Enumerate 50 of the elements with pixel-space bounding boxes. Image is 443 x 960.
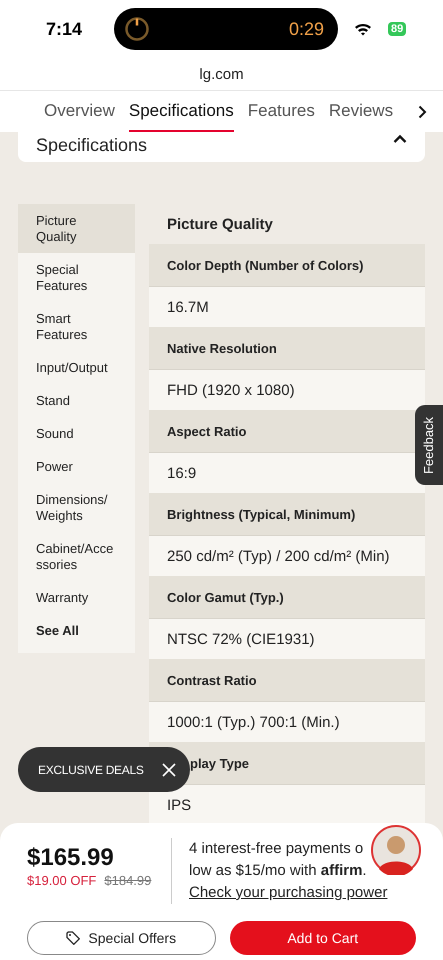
sidebar-item[interactable]: Power	[18, 450, 135, 483]
spec-value: 250 cd/m² (Typ) / 200 cd/m² (Min)	[149, 536, 425, 576]
price: $165.99	[27, 844, 115, 872]
timer-text: 0:29	[288, 18, 324, 40]
financing-text: 4 interest-free payments o	[189, 839, 364, 859]
original-price: $184.99	[104, 873, 152, 888]
spec-value: NTSC 72% (CIE1931)	[149, 619, 425, 659]
agent-avatar[interactable]	[371, 825, 421, 875]
chevron-right-icon[interactable]	[418, 104, 427, 118]
chevron-up-icon[interactable]	[393, 134, 407, 144]
special-offers-button[interactable]: Special Offers	[27, 921, 216, 955]
spec-value: 16.7M	[149, 287, 425, 327]
spec-value: 16:9	[149, 453, 425, 493]
wifi-icon	[354, 22, 372, 36]
spec-value: 1000:1 (Typ.) 700:1 (Min.)	[149, 702, 425, 742]
tag-icon	[66, 931, 80, 945]
sidebar-item[interactable]: Smart Features	[18, 302, 135, 351]
sidebar-item[interactable]: Picture Quality	[18, 204, 135, 253]
clock-time: 7:14	[46, 18, 84, 40]
add-to-cart-button[interactable]: Add to Cart	[230, 921, 416, 955]
feedback-tab[interactable]: Feedback	[415, 405, 443, 485]
sidebar-item[interactable]: Dimensions/ Weights	[18, 483, 135, 532]
spec-value: IPS	[149, 785, 425, 825]
spec-label: Color Gamut (Typ.)	[149, 576, 425, 619]
discount-text: $19.00 OFF	[27, 873, 96, 888]
see-all-link[interactable]: See All	[18, 614, 135, 647]
close-icon[interactable]	[162, 762, 176, 776]
sidebar-item[interactable]: Sound	[18, 417, 135, 450]
financing-text: low as $15/mo with affirm.	[189, 861, 368, 881]
purchasing-power-link[interactable]: Check your purchasing power	[189, 882, 388, 904]
spec-value: FHD (1920 x 1080)	[149, 370, 425, 410]
nav-tab[interactable]: Overview	[44, 91, 115, 132]
battery-level: 89	[388, 22, 406, 36]
spec-label: Color Depth (Number of Colors)	[149, 244, 425, 287]
sidebar-item[interactable]: Cabinet/Accessories	[18, 532, 135, 581]
sidebar-item[interactable]: Warranty	[18, 581, 135, 614]
timer-icon	[124, 16, 150, 42]
spec-label: Brightness (Typical, Minimum)	[149, 493, 425, 536]
nav-tab[interactable]: Reviews	[328, 91, 394, 132]
spec-label: Native Resolution	[149, 327, 425, 370]
sidebar-item[interactable]: Input/Output	[18, 351, 135, 384]
sidebar-item[interactable]: Special Features	[18, 253, 135, 302]
spec-label: Contrast Ratio	[149, 659, 425, 702]
deals-pill[interactable]: EXCLUSIVE DEALS	[18, 747, 190, 792]
sidebar-item[interactable]: Stand	[18, 384, 135, 417]
deals-label: EXCLUSIVE DEALS	[38, 762, 144, 776]
section-title[interactable]: Specifications	[36, 134, 148, 162]
address-url[interactable]: lg.com	[199, 66, 244, 82]
spec-group-title: Picture Quality	[166, 214, 274, 234]
nav-tab[interactable]: Features	[248, 91, 315, 132]
